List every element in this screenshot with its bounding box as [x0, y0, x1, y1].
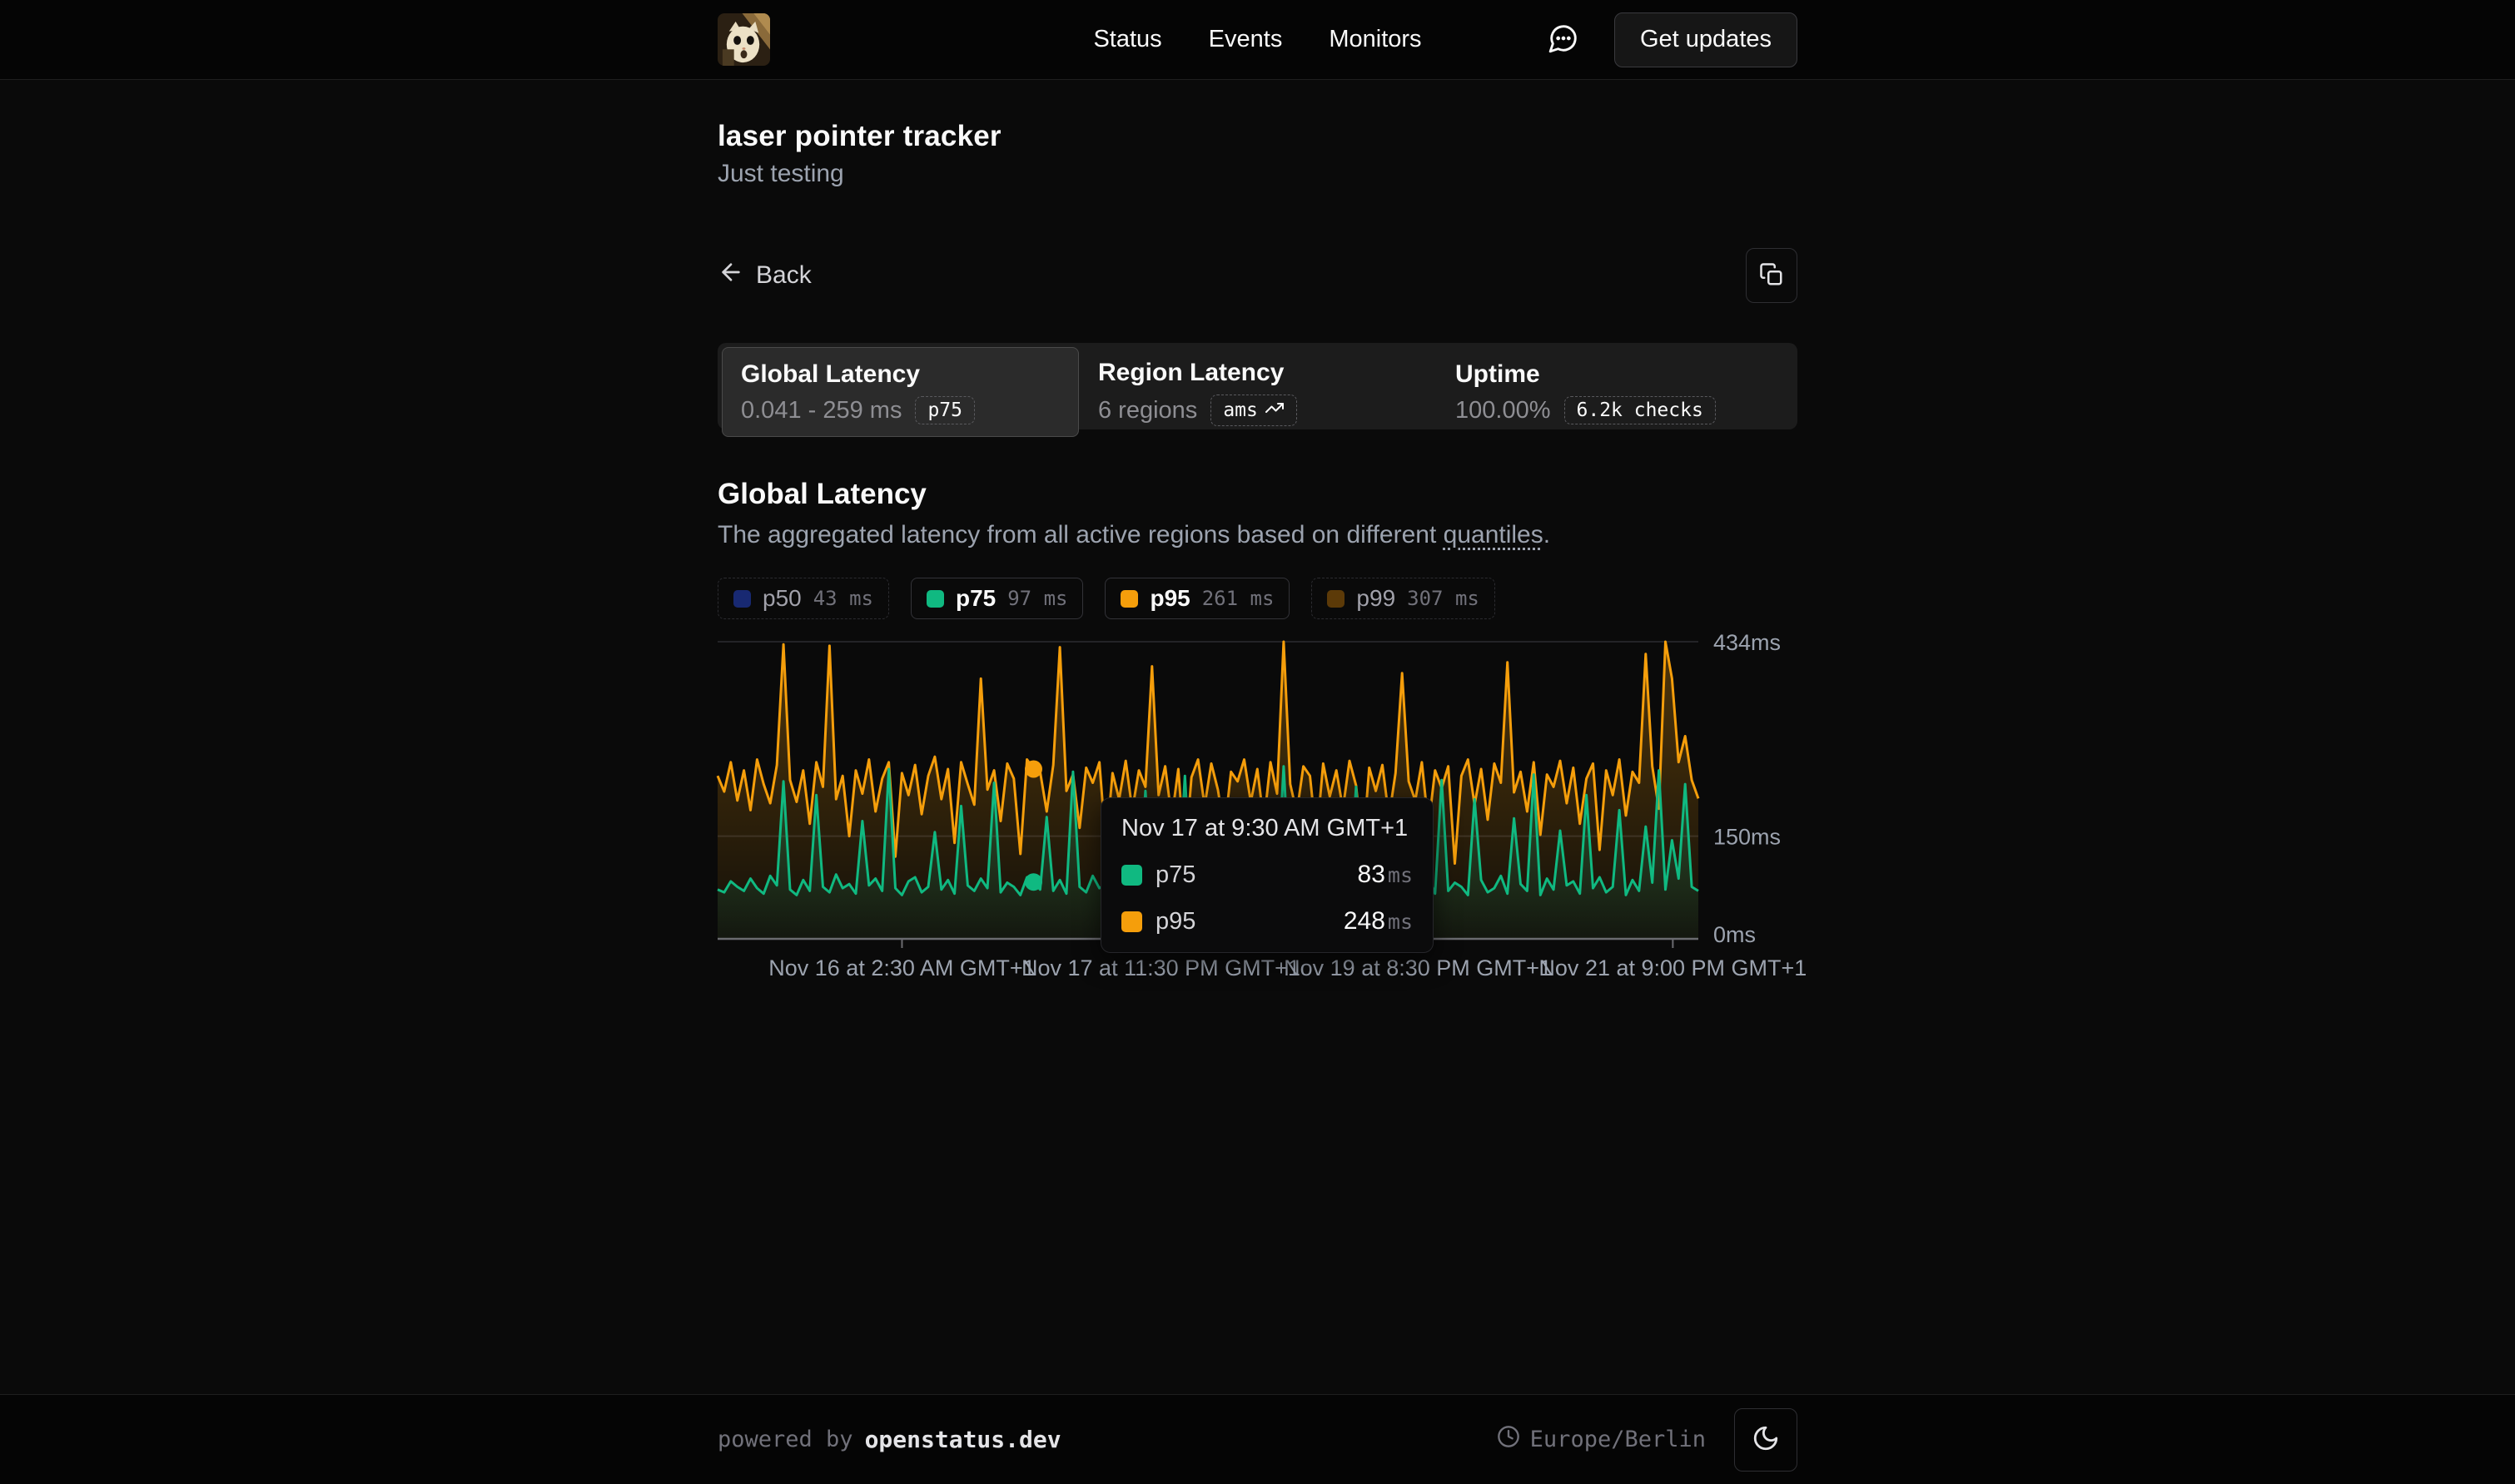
- logo-cat-avatar[interactable]: [718, 13, 770, 66]
- nav-link-monitors[interactable]: Monitors: [1329, 26, 1421, 53]
- main-content: laser pointer tracker Just testing Back: [0, 80, 2515, 1394]
- timezone: Europe/Berlin: [1497, 1425, 1706, 1454]
- legend-toggle-p50[interactable]: p50 43 ms: [718, 578, 889, 619]
- toolbar: Back: [718, 248, 1797, 303]
- svg-text:0ms: 0ms: [1713, 922, 1756, 947]
- back-button[interactable]: Back: [718, 259, 812, 292]
- p95-swatch: [1121, 911, 1142, 932]
- nav-links: Status Events Monitors: [1093, 26, 1421, 53]
- openstatus-link[interactable]: openstatus.dev: [865, 1426, 1061, 1453]
- p75-swatch: [1121, 865, 1142, 886]
- tab-title: Region Latency: [1098, 358, 1435, 388]
- moon-icon: [1752, 1424, 1780, 1455]
- svg-text:150ms: 150ms: [1713, 825, 1781, 850]
- copy-button[interactable]: [1746, 248, 1797, 303]
- navbar: Status Events Monitors Get updates: [0, 0, 2515, 80]
- footer: powered by openstatus.dev Europe/Berlin: [0, 1394, 2515, 1484]
- tooltip-timestamp: Nov 17 at 9:30 AM GMT+1: [1121, 815, 1413, 842]
- legend-toggle-p99[interactable]: p99 307 ms: [1311, 578, 1494, 619]
- p75-badge: p75: [915, 396, 975, 424]
- feedback-button[interactable]: [1548, 22, 1579, 57]
- trending-up-icon: [1265, 398, 1285, 423]
- page-title: laser pointer tracker: [718, 120, 1797, 153]
- legend-toggle-p95[interactable]: p95 261 ms: [1105, 578, 1290, 619]
- svg-text:434ms: 434ms: [1713, 630, 1781, 655]
- theme-toggle-button[interactable]: [1734, 1408, 1797, 1472]
- get-updates-button[interactable]: Get updates: [1614, 12, 1797, 67]
- tab-title: Uptime: [1455, 360, 1792, 390]
- checks-badge: 6.2k checks: [1564, 396, 1716, 424]
- p99-swatch: [1327, 590, 1344, 608]
- region-badge: ams: [1210, 395, 1297, 426]
- svg-text:Nov 16 at 2:30 AM GMT+1: Nov 16 at 2:30 AM GMT+1: [768, 955, 1035, 980]
- nav-link-events[interactable]: Events: [1209, 26, 1283, 53]
- p50-swatch: [733, 590, 751, 608]
- legend-toggle-p75[interactable]: p75 97 ms: [911, 578, 1084, 619]
- copy-icon: [1759, 262, 1784, 290]
- tab-title: Global Latency: [741, 360, 1078, 390]
- message-bubble-icon: [1548, 22, 1579, 57]
- tab-value: 6 regions: [1098, 397, 1197, 424]
- arrow-left-icon: [718, 259, 744, 292]
- chart-legend: p50 43 ms p75 97 ms p95 261 ms p99 307 m…: [718, 578, 1797, 619]
- tab-value: 100.00%: [1455, 397, 1551, 424]
- tab-region-latency[interactable]: Region Latency 6 regions ams: [1079, 347, 1436, 437]
- nav-link-status[interactable]: Status: [1093, 26, 1161, 53]
- p75-swatch: [927, 590, 944, 608]
- tab-global-latency[interactable]: Global Latency 0.041 - 259 ms p75: [722, 347, 1079, 437]
- tab-uptime[interactable]: Uptime 100.00% 6.2k checks: [1436, 347, 1793, 437]
- quantiles-link[interactable]: quantiles: [1444, 521, 1543, 548]
- tab-value: 0.041 - 259 ms: [741, 397, 902, 424]
- clock-icon: [1497, 1425, 1520, 1454]
- chart-tooltip: Nov 17 at 9:30 AM GMT+1 p75 83ms p95 248…: [1101, 797, 1434, 953]
- back-label: Back: [756, 261, 812, 290]
- section-description: The aggregated latency from all active r…: [718, 521, 1797, 549]
- svg-text:Nov 21 at 9:00 PM GMT+1: Nov 21 at 9:00 PM GMT+1: [1538, 955, 1807, 980]
- cat-avatar-image: [718, 13, 770, 66]
- tooltip-row-p75: p75 83ms: [1121, 861, 1413, 889]
- p95-swatch: [1121, 590, 1138, 608]
- section-title: Global Latency: [718, 478, 1797, 511]
- metric-tabs: Global Latency 0.041 - 259 ms p75 Region…: [718, 343, 1797, 429]
- svg-text:Nov 19 at 8:30 PM GMT+1: Nov 19 at 8:30 PM GMT+1: [1284, 955, 1552, 980]
- tooltip-row-p95: p95 248ms: [1121, 907, 1413, 936]
- latency-chart: Nov 16 at 2:30 AM GMT+1Nov 17 at 11:30 P…: [718, 631, 1797, 989]
- svg-text:Nov 17 at 11:30 PM GMT+1: Nov 17 at 11:30 PM GMT+1: [1021, 955, 1300, 980]
- page-subtitle: Just testing: [718, 160, 1797, 188]
- powered-by-label: powered by: [718, 1427, 853, 1452]
